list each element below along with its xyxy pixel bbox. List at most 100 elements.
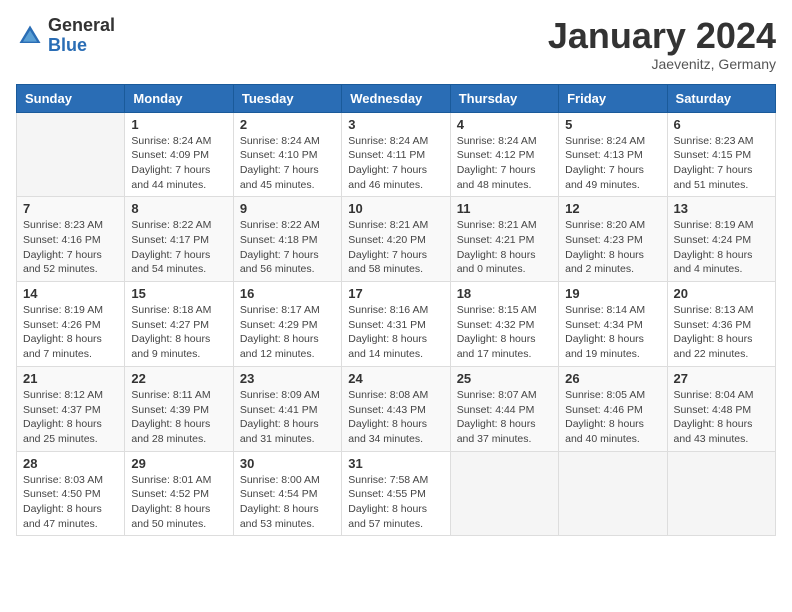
day-info: Sunrise: 8:23 AM Sunset: 4:15 PM Dayligh… — [674, 134, 769, 193]
day-header-sunday: Sunday — [17, 84, 125, 112]
days-header-row: SundayMondayTuesdayWednesdayThursdayFrid… — [17, 84, 776, 112]
day-info: Sunrise: 8:17 AM Sunset: 4:29 PM Dayligh… — [240, 303, 335, 362]
day-number: 31 — [348, 456, 443, 471]
week-row-4: 28 Sunrise: 8:03 AM Sunset: 4:50 PM Dayli… — [17, 451, 776, 536]
day-info: Sunrise: 8:22 AM Sunset: 4:18 PM Dayligh… — [240, 218, 335, 277]
day-info: Sunrise: 8:03 AM Sunset: 4:50 PM Dayligh… — [23, 473, 118, 532]
day-cell: 20Sunrise: 8:13 AM Sunset: 4:36 PM Dayli… — [667, 282, 775, 367]
day-header-saturday: Saturday — [667, 84, 775, 112]
day-number: 29 — [131, 456, 226, 471]
day-cell: 8 Sunrise: 8:22 AM Sunset: 4:17 PM Daylig… — [125, 197, 233, 282]
day-cell: 28 Sunrise: 8:03 AM Sunset: 4:50 PM Dayli… — [17, 451, 125, 536]
day-info: Sunrise: 8:23 AM Sunset: 4:16 PM Dayligh… — [23, 218, 118, 277]
day-cell: 10Sunrise: 8:21 AM Sunset: 4:20 PM Dayli… — [342, 197, 450, 282]
day-cell: 5Sunrise: 8:24 AM Sunset: 4:13 PM Daylig… — [559, 112, 667, 197]
day-info: Sunrise: 8:09 AM Sunset: 4:41 PM Dayligh… — [240, 388, 335, 447]
day-number: 17 — [348, 286, 443, 301]
day-cell — [450, 451, 558, 536]
logo-blue: Blue — [48, 35, 87, 55]
week-row-0: 1 Sunrise: 8:24 AM Sunset: 4:09 PM Daylig… — [17, 112, 776, 197]
day-info: Sunrise: 8:24 AM Sunset: 4:12 PM Dayligh… — [457, 134, 552, 193]
day-info: Sunrise: 8:24 AM Sunset: 4:11 PM Dayligh… — [348, 134, 443, 193]
day-header-monday: Monday — [125, 84, 233, 112]
day-number: 13 — [674, 201, 769, 216]
day-number: 30 — [240, 456, 335, 471]
day-header-thursday: Thursday — [450, 84, 558, 112]
day-info: Sunrise: 8:24 AM Sunset: 4:13 PM Dayligh… — [565, 134, 660, 193]
day-info: Sunrise: 7:58 AM Sunset: 4:55 PM Dayligh… — [348, 473, 443, 532]
day-number: 26 — [565, 371, 660, 386]
day-cell: 18 Sunrise: 8:15 AM Sunset: 4:32 PM Dayli… — [450, 282, 558, 367]
day-info: Sunrise: 8:16 AM Sunset: 4:31 PM Dayligh… — [348, 303, 443, 362]
day-cell — [559, 451, 667, 536]
day-info: Sunrise: 8:19 AM Sunset: 4:26 PM Dayligh… — [23, 303, 118, 362]
day-number: 18 — [457, 286, 552, 301]
day-number: 25 — [457, 371, 552, 386]
day-info: Sunrise: 8:13 AM Sunset: 4:36 PM Dayligh… — [674, 303, 769, 362]
day-number: 6 — [674, 117, 769, 132]
day-cell: 21 Sunrise: 8:12 AM Sunset: 4:37 PM Dayli… — [17, 366, 125, 451]
day-cell — [17, 112, 125, 197]
day-cell: 22Sunrise: 8:11 AM Sunset: 4:39 PM Dayli… — [125, 366, 233, 451]
day-header-friday: Friday — [559, 84, 667, 112]
logo-general: General — [48, 15, 115, 35]
day-cell: 15 Sunrise: 8:18 AM Sunset: 4:27 PM Dayli… — [125, 282, 233, 367]
day-number: 4 — [457, 117, 552, 132]
day-cell: 7Sunrise: 8:23 AM Sunset: 4:16 PM Daylig… — [17, 197, 125, 282]
day-info: Sunrise: 8:24 AM Sunset: 4:10 PM Dayligh… — [240, 134, 335, 193]
week-row-2: 14 Sunrise: 8:19 AM Sunset: 4:26 PM Dayli… — [17, 282, 776, 367]
day-number: 28 — [23, 456, 118, 471]
day-number: 27 — [674, 371, 769, 386]
calendar-table: SundayMondayTuesdayWednesdayThursdayFrid… — [16, 84, 776, 537]
day-number: 16 — [240, 286, 335, 301]
day-number: 1 — [131, 117, 226, 132]
day-number: 19 — [565, 286, 660, 301]
week-row-1: 7Sunrise: 8:23 AM Sunset: 4:16 PM Daylig… — [17, 197, 776, 282]
day-number: 11 — [457, 201, 552, 216]
day-info: Sunrise: 8:19 AM Sunset: 4:24 PM Dayligh… — [674, 218, 769, 277]
day-info: Sunrise: 8:01 AM Sunset: 4:52 PM Dayligh… — [131, 473, 226, 532]
day-info: Sunrise: 8:15 AM Sunset: 4:32 PM Dayligh… — [457, 303, 552, 362]
day-cell: 3 Sunrise: 8:24 AM Sunset: 4:11 PM Daylig… — [342, 112, 450, 197]
day-cell: 24 Sunrise: 8:08 AM Sunset: 4:43 PM Dayli… — [342, 366, 450, 451]
week-row-3: 21 Sunrise: 8:12 AM Sunset: 4:37 PM Dayli… — [17, 366, 776, 451]
day-number: 21 — [23, 371, 118, 386]
day-number: 3 — [348, 117, 443, 132]
logo-icon — [16, 22, 44, 50]
day-info: Sunrise: 8:11 AM Sunset: 4:39 PM Dayligh… — [131, 388, 226, 447]
day-info: Sunrise: 8:18 AM Sunset: 4:27 PM Dayligh… — [131, 303, 226, 362]
day-number: 2 — [240, 117, 335, 132]
day-cell: 23Sunrise: 8:09 AM Sunset: 4:41 PM Dayli… — [233, 366, 341, 451]
day-info: Sunrise: 8:12 AM Sunset: 4:37 PM Dayligh… — [23, 388, 118, 447]
day-number: 10 — [348, 201, 443, 216]
day-header-tuesday: Tuesday — [233, 84, 341, 112]
day-cell: 11Sunrise: 8:21 AM Sunset: 4:21 PM Dayli… — [450, 197, 558, 282]
day-number: 12 — [565, 201, 660, 216]
logo-text: General Blue — [48, 16, 115, 56]
day-number: 8 — [131, 201, 226, 216]
day-number: 24 — [348, 371, 443, 386]
month-title: January 2024 — [548, 16, 776, 56]
day-info: Sunrise: 8:08 AM Sunset: 4:43 PM Dayligh… — [348, 388, 443, 447]
day-info: Sunrise: 8:14 AM Sunset: 4:34 PM Dayligh… — [565, 303, 660, 362]
day-info: Sunrise: 8:07 AM Sunset: 4:44 PM Dayligh… — [457, 388, 552, 447]
day-info: Sunrise: 8:00 AM Sunset: 4:54 PM Dayligh… — [240, 473, 335, 532]
day-info: Sunrise: 8:20 AM Sunset: 4:23 PM Dayligh… — [565, 218, 660, 277]
day-cell: 13 Sunrise: 8:19 AM Sunset: 4:24 PM Dayli… — [667, 197, 775, 282]
day-cell: 19 Sunrise: 8:14 AM Sunset: 4:34 PM Dayli… — [559, 282, 667, 367]
day-number: 14 — [23, 286, 118, 301]
title-area: January 2024 Jaevenitz, Germany — [548, 16, 776, 72]
day-number: 15 — [131, 286, 226, 301]
day-header-wednesday: Wednesday — [342, 84, 450, 112]
day-cell: 14 Sunrise: 8:19 AM Sunset: 4:26 PM Dayli… — [17, 282, 125, 367]
day-cell: 1 Sunrise: 8:24 AM Sunset: 4:09 PM Daylig… — [125, 112, 233, 197]
location-subtitle: Jaevenitz, Germany — [548, 56, 776, 72]
day-info: Sunrise: 8:22 AM Sunset: 4:17 PM Dayligh… — [131, 218, 226, 277]
day-cell: 26Sunrise: 8:05 AM Sunset: 4:46 PM Dayli… — [559, 366, 667, 451]
day-number: 9 — [240, 201, 335, 216]
day-cell: 9 Sunrise: 8:22 AM Sunset: 4:18 PM Daylig… — [233, 197, 341, 282]
day-cell: 31 Sunrise: 7:58 AM Sunset: 4:55 PM Dayli… — [342, 451, 450, 536]
day-cell: 30 Sunrise: 8:00 AM Sunset: 4:54 PM Dayli… — [233, 451, 341, 536]
calendar-body: 1 Sunrise: 8:24 AM Sunset: 4:09 PM Daylig… — [17, 112, 776, 536]
day-info: Sunrise: 8:24 AM Sunset: 4:09 PM Dayligh… — [131, 134, 226, 193]
